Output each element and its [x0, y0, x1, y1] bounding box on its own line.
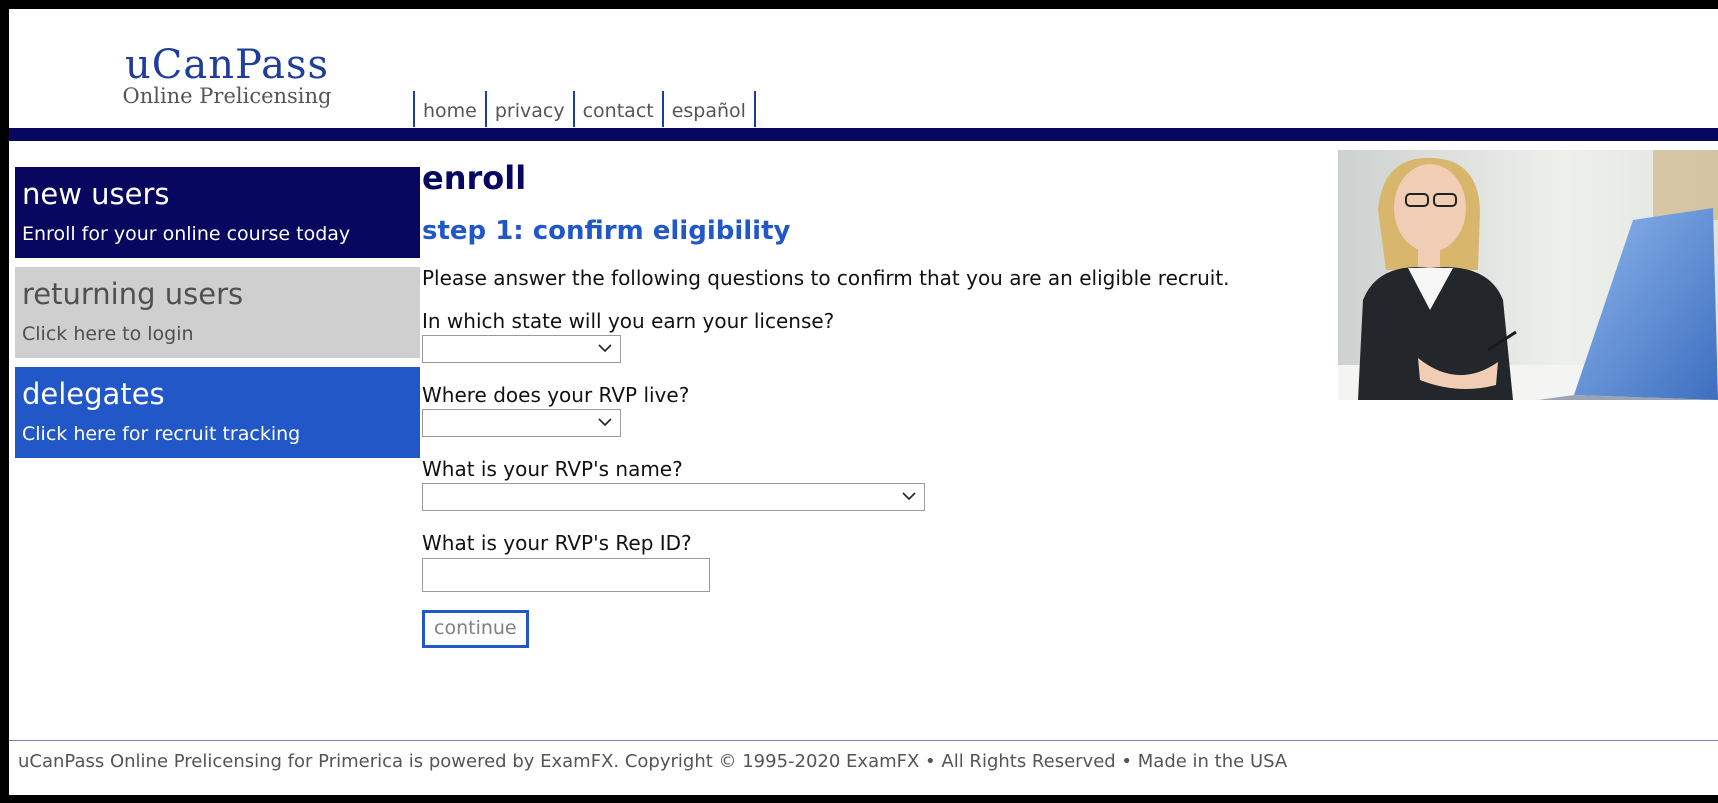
- sidebar-new-users[interactable]: new users Enroll for your online course …: [15, 167, 420, 258]
- intro-text: Please answer the following questions to…: [422, 266, 1230, 290]
- top-navigation: home privacy contact español: [413, 91, 756, 127]
- chevron-down-icon: [902, 492, 916, 501]
- new-users-title: new users: [22, 177, 170, 211]
- rvp-name-question: What is your RVP's name?: [422, 457, 683, 481]
- nav-privacy-link[interactable]: privacy: [484, 91, 573, 127]
- returning-users-title: returning users: [22, 277, 244, 311]
- footer-divider: [9, 740, 1718, 741]
- brand-logo[interactable]: uCanPass Online Prelicensing: [117, 43, 337, 107]
- step-heading: step 1: confirm eligibility: [422, 216, 791, 246]
- rep-id-input[interactable]: [422, 558, 710, 592]
- brand-name: uCanPass: [125, 42, 329, 88]
- sidebar-delegates[interactable]: delegates Click here for recruit trackin…: [15, 367, 420, 458]
- footer-text: uCanPass Online Prelicensing for Primeri…: [18, 751, 1288, 772]
- nav-home-link[interactable]: home: [413, 91, 485, 127]
- sidebar-returning-users[interactable]: returning users Click here to login: [15, 267, 420, 358]
- delegates-subtitle: Click here for recruit tracking: [22, 423, 301, 445]
- continue-button[interactable]: continue: [422, 610, 529, 648]
- nav-contact-link[interactable]: contact: [572, 91, 662, 127]
- page: uCanPass Online Prelicensing home privac…: [9, 9, 1718, 795]
- rvp-live-question: Where does your RVP live?: [422, 383, 690, 407]
- chevron-down-icon: [598, 418, 612, 427]
- header-bar: [9, 128, 1718, 141]
- state-select[interactable]: [422, 335, 621, 363]
- brand-tagline: Online Prelicensing: [122, 84, 332, 108]
- rvp-name-select[interactable]: [422, 483, 925, 511]
- rvp-live-select[interactable]: [422, 409, 621, 437]
- returning-users-subtitle: Click here to login: [22, 323, 194, 345]
- state-question: In which state will you earn your licens…: [422, 309, 835, 333]
- page-title: enroll: [422, 159, 527, 197]
- nav-espanol-link[interactable]: español: [661, 91, 756, 127]
- rep-id-question: What is your RVP's Rep ID?: [422, 531, 692, 555]
- hero-photo: [1338, 150, 1718, 400]
- delegates-title: delegates: [22, 377, 165, 411]
- new-users-subtitle: Enroll for your online course today: [22, 223, 351, 245]
- chevron-down-icon: [598, 344, 612, 353]
